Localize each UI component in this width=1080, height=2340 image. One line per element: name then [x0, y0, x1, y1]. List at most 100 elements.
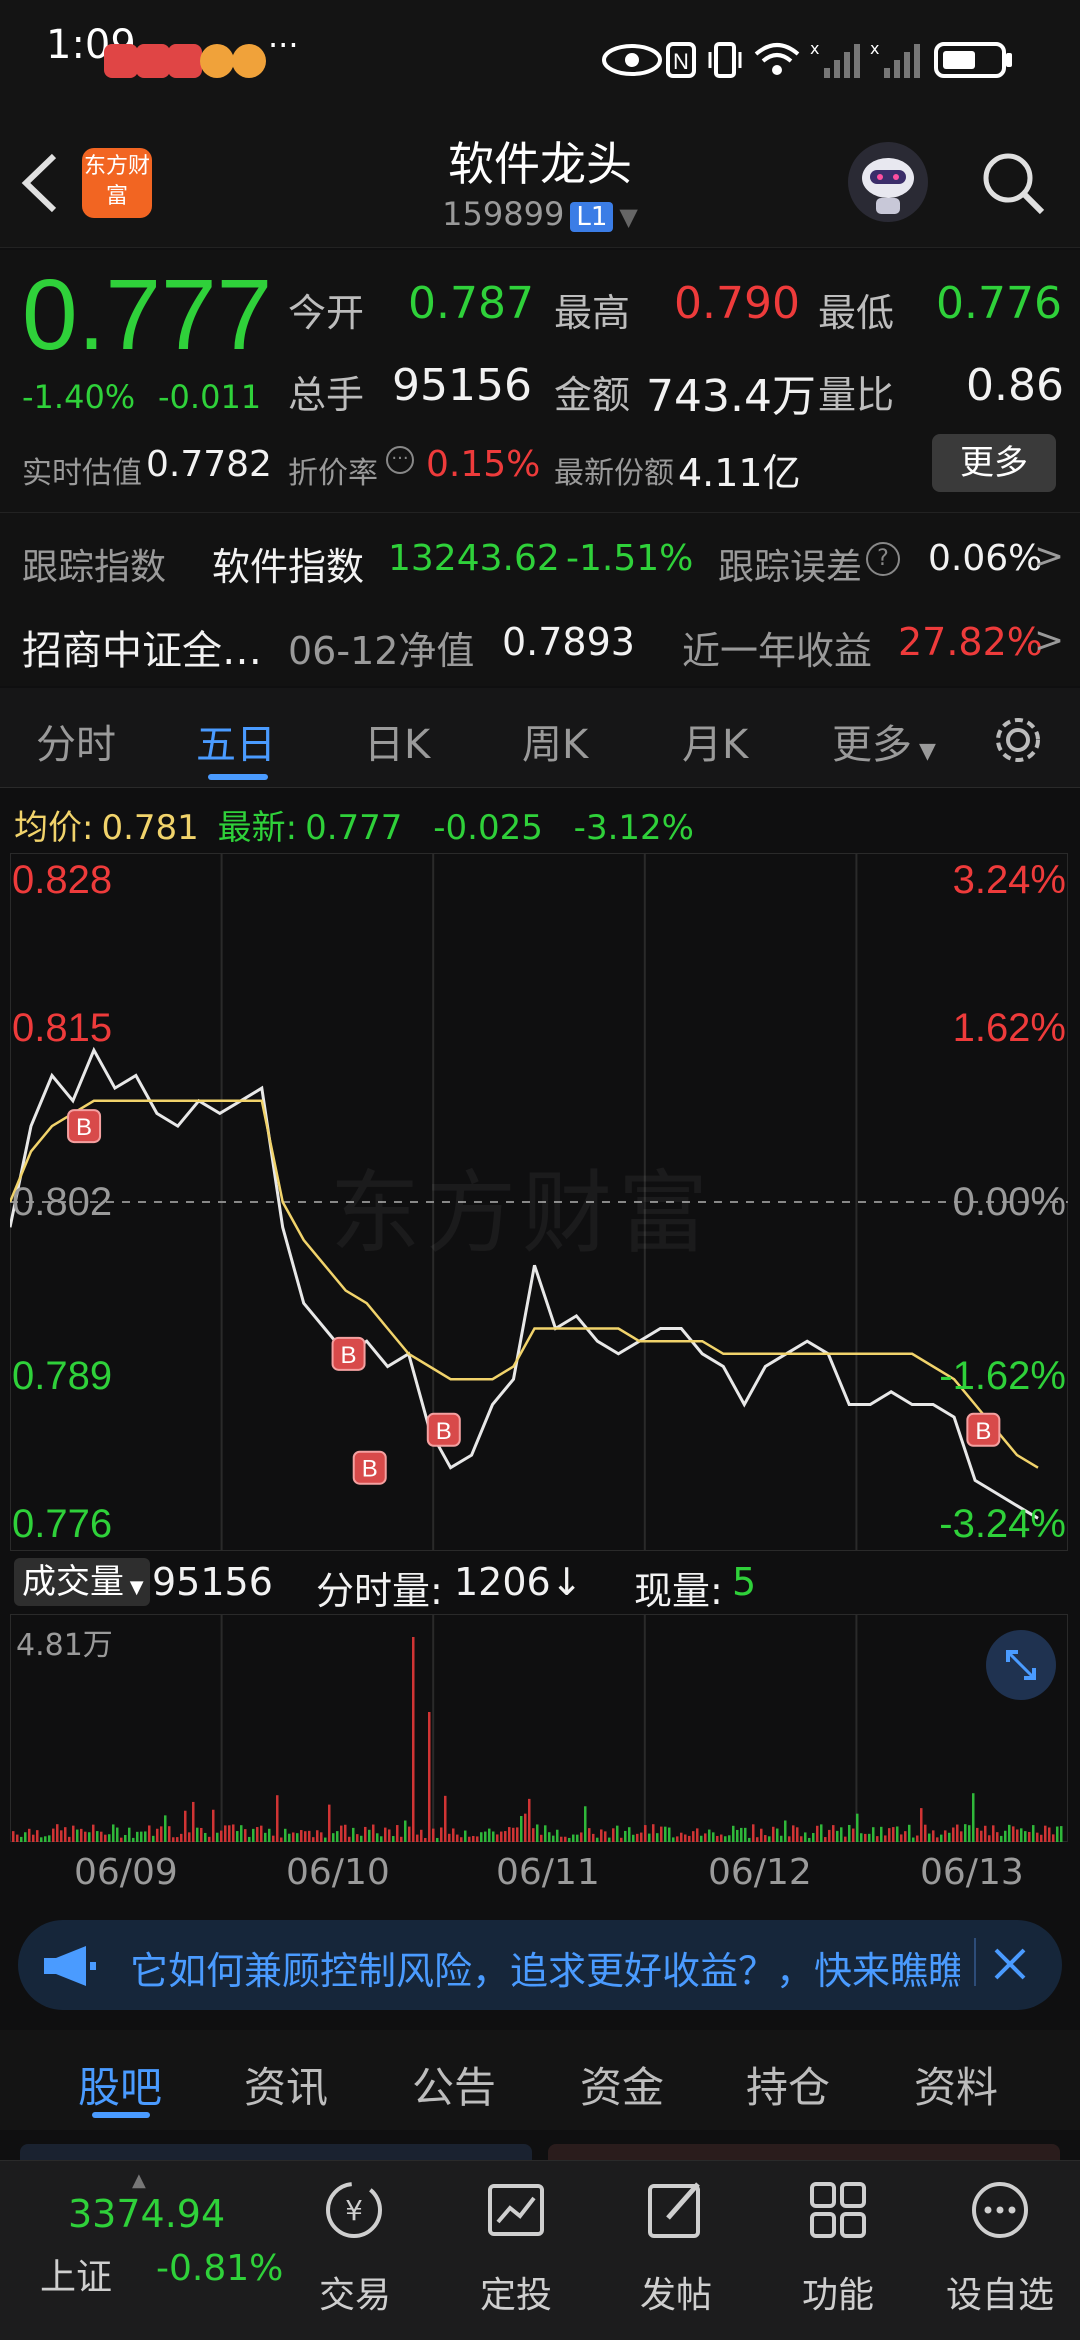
volume-bar	[700, 1835, 703, 1842]
buy-marker[interactable]: B	[331, 1336, 366, 1371]
volume-bar	[660, 1826, 663, 1842]
volume-bar	[364, 1826, 367, 1842]
volume-bar	[612, 1828, 615, 1842]
x-date-label: 06/10	[286, 1852, 390, 1893]
volume-bar	[816, 1825, 819, 1842]
volume-bar	[296, 1833, 299, 1842]
volume-bar	[728, 1835, 731, 1842]
volume-bar	[500, 1831, 503, 1842]
fullscreen-button[interactable]	[986, 1630, 1056, 1700]
volume-bar	[380, 1836, 383, 1842]
volume-bar	[96, 1831, 99, 1842]
robot-assistant-icon[interactable]	[846, 140, 930, 224]
buy-marker[interactable]: B	[966, 1412, 1001, 1447]
tab-monthly-k[interactable]: 月K	[682, 712, 748, 770]
tab-news[interactable]: 资讯	[244, 2054, 328, 2115]
tab-profile[interactable]: 资料	[914, 2054, 998, 2115]
svg-text:B: B	[436, 1418, 452, 1445]
volume-bar	[88, 1832, 91, 1842]
tab-daily-k[interactable]: 日K	[364, 712, 430, 770]
tab-weekly-k[interactable]: 周K	[522, 712, 588, 770]
more-options-icon[interactable]	[968, 2178, 1032, 2242]
volume-chart[interactable]	[10, 1614, 1068, 1842]
volume-bar	[16, 1834, 19, 1842]
volume-selector-label: 成交量	[22, 1562, 124, 1602]
tab-forum[interactable]: 股吧	[78, 2054, 162, 2115]
buy-marker[interactable]: B	[426, 1412, 461, 1447]
invest-plan-icon[interactable]	[484, 2178, 548, 2242]
more-button[interactable]: 更多	[932, 434, 1056, 492]
y-tick-left: 0.802	[12, 1180, 113, 1224]
close-icon[interactable]	[990, 1944, 1030, 1984]
notification-icon	[136, 44, 170, 78]
y-tick-right: 1.62%	[952, 1006, 1066, 1050]
tab-funds[interactable]: 资金	[580, 2054, 664, 2115]
volume-bar	[536, 1824, 539, 1842]
volume-bar	[976, 1827, 979, 1842]
volume-bar	[1056, 1826, 1059, 1842]
volume-bar	[836, 1830, 839, 1842]
volume-bar	[392, 1836, 395, 1842]
info-icon[interactable]: ···	[386, 446, 414, 474]
volume-bar	[400, 1836, 403, 1842]
change-value: -0.011	[158, 378, 262, 416]
search-icon[interactable]	[978, 148, 1048, 218]
volume-bar	[404, 1820, 407, 1842]
nav-invest-plan[interactable]: 定投	[451, 2266, 581, 2318]
volume-bar	[740, 1827, 743, 1842]
volume-bar	[912, 1837, 915, 1842]
volume-bar	[840, 1827, 843, 1842]
x-date-label: 06/12	[708, 1852, 812, 1893]
tab-announcements[interactable]: 公告	[412, 2054, 496, 2115]
tab-more[interactable]: 更多 ▼	[832, 712, 936, 770]
volume-bar	[304, 1831, 307, 1842]
buy-marker[interactable]: B	[67, 1109, 102, 1144]
volume-selector[interactable]: 成交量 ▼	[14, 1558, 150, 1606]
nav-functions[interactable]: 功能	[773, 2266, 903, 2318]
nav-add-watchlist[interactable]: 设自选	[935, 2266, 1065, 2318]
volume-bar	[584, 1806, 587, 1842]
volume-bar	[448, 1833, 451, 1842]
volume-bar	[180, 1833, 183, 1842]
volume-label: 总手	[288, 373, 365, 417]
buy-marker[interactable]: B	[352, 1450, 387, 1485]
volume-bar	[580, 1832, 583, 1842]
volume-bar	[1048, 1827, 1051, 1842]
compose-icon[interactable]	[644, 2178, 708, 2242]
volume-bar	[176, 1837, 179, 1842]
shares-label: 最新份额	[554, 456, 674, 491]
tick-volume-label: 分时量:	[316, 1569, 443, 1613]
volume-bar	[268, 1828, 271, 1842]
avg-value: 0.781	[101, 808, 199, 848]
volume-bar	[820, 1824, 823, 1842]
y-tick-right: 0.00%	[952, 1180, 1066, 1224]
volume-bar	[108, 1834, 111, 1842]
volume-bar	[308, 1830, 311, 1842]
volume-bar	[872, 1827, 875, 1842]
tab-intraday[interactable]: 分时	[36, 712, 116, 770]
volume-bar	[1004, 1830, 1007, 1842]
y-tick-left: 0.776	[12, 1502, 113, 1546]
volume-frame	[10, 1614, 1068, 1842]
volume-bar	[800, 1836, 803, 1842]
volume-bar	[456, 1834, 459, 1842]
volume-bar	[960, 1831, 963, 1842]
volume-bar	[524, 1813, 527, 1842]
volume-bar	[652, 1824, 655, 1842]
nav-post[interactable]: 发帖	[611, 2266, 741, 2318]
volume-bar	[260, 1825, 263, 1842]
volume-bar	[264, 1832, 267, 1842]
nav-trade[interactable]: 交易	[290, 2266, 420, 2318]
volume-bar	[340, 1825, 343, 1842]
volume-bar	[236, 1831, 239, 1842]
eye-icon	[602, 44, 662, 76]
volume-bar	[136, 1831, 139, 1842]
volume-bar	[644, 1825, 647, 1842]
settings-gear-icon[interactable]	[990, 712, 1046, 768]
volume-bar	[372, 1824, 375, 1842]
help-icon[interactable]: ?	[866, 542, 900, 576]
trade-icon[interactable]: ¥	[322, 2178, 386, 2242]
tab-five-day[interactable]: 五日	[196, 712, 276, 770]
tab-holdings[interactable]: 持仓	[746, 2054, 830, 2115]
functions-grid-icon[interactable]	[806, 2178, 870, 2242]
